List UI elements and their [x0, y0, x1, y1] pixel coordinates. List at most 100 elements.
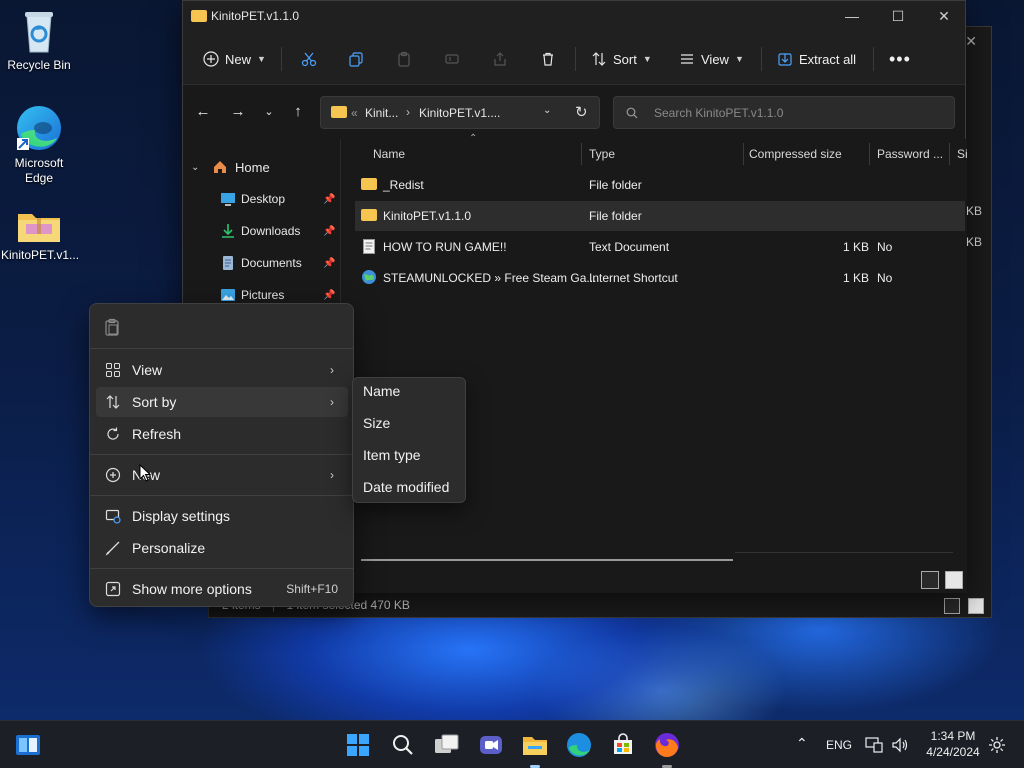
title-bar[interactable]: KinitoPET.v1.1.0 — ☐ ✕ — [183, 1, 965, 33]
sidebar-item-desktop[interactable]: Desktop 📌 — [183, 185, 341, 213]
extract-all-button[interactable]: Extract all — [777, 45, 856, 73]
address-bar[interactable]: « Kinit... › KinitoPET.v1.... ⌄ ↻ — [320, 96, 600, 129]
tiles-view-icon[interactable] — [968, 598, 984, 614]
file-compressed-size: 1 KB — [843, 240, 870, 254]
window-title: KinitoPET.v1.1.0 — [211, 9, 300, 23]
column-divider[interactable] — [949, 143, 950, 165]
file-row[interactable]: HOW TO RUN GAME!! Text Document 1 KB No — [355, 232, 965, 262]
menu-item-show-more-options[interactable]: Show more options Shift+F10 — [96, 574, 348, 604]
submenu-item-item-type[interactable]: Item type — [363, 447, 421, 463]
column-header-compressed-size[interactable]: Compressed size — [749, 147, 842, 161]
start-icon[interactable] — [344, 731, 372, 759]
close-icon[interactable]: ✕ — [965, 33, 977, 50]
address-dropdown-icon[interactable]: ⌄ — [543, 105, 551, 116]
column-header-name[interactable]: Name — [373, 147, 405, 161]
column-divider[interactable] — [743, 143, 744, 165]
column-divider[interactable] — [581, 143, 582, 165]
submenu-item-date-modified[interactable]: Date modified — [363, 479, 449, 495]
refresh-icon[interactable]: ↻ — [575, 103, 588, 121]
sidebar-item-documents[interactable]: Documents 📌 — [183, 249, 341, 277]
show-hidden-icons-chevron-icon[interactable]: ⌃ — [796, 735, 808, 752]
language-indicator[interactable]: ENG — [826, 738, 852, 752]
breadcrumb-parent[interactable]: Kinit... — [365, 106, 398, 120]
column-divider[interactable] — [869, 143, 870, 165]
network-icon[interactable] — [864, 731, 884, 759]
details-view-icon[interactable] — [921, 571, 939, 589]
share-icon — [494, 52, 506, 66]
clock[interactable]: 1:34 PM 4/24/2024 — [920, 729, 986, 759]
paste-icon[interactable] — [104, 318, 120, 339]
breadcrumb-current[interactable]: KinitoPET.v1.... — [419, 106, 500, 120]
sort-button-label: Sort — [613, 51, 637, 67]
clipboard-icon — [398, 51, 410, 67]
column-header-password[interactable]: Password ... — [877, 147, 943, 161]
more-options-icon[interactable]: ••• — [889, 45, 911, 73]
search-icon[interactable] — [389, 731, 417, 759]
clock-time: 1:34 PM — [930, 729, 976, 743]
file-row[interactable]: STEAMUNLOCKED » Free Steam Ga... Interne… — [355, 263, 965, 293]
tiles-view-icon[interactable] — [945, 571, 963, 589]
menu-item-personalize[interactable]: Personalize — [96, 533, 348, 563]
submenu-item-name[interactable]: Name — [363, 383, 400, 399]
chevron-right-icon: › — [330, 363, 334, 377]
forward-arrow-icon[interactable]: → — [228, 101, 248, 121]
teams-chat-icon[interactable] — [477, 731, 505, 759]
minimize-button[interactable]: — — [829, 1, 875, 31]
file-row-selected[interactable]: KinitoPET.v1.1.0 File folder — [355, 201, 965, 231]
brush-icon — [104, 539, 122, 557]
up-arrow-icon[interactable]: ↑ — [288, 101, 308, 121]
column-header-type[interactable]: Type — [589, 147, 615, 161]
taskbar: ⌃ ENG 1:34 PM 4/24/2024 — [0, 720, 1024, 768]
widgets-icon[interactable] — [14, 731, 42, 759]
copy-button[interactable] — [348, 45, 364, 73]
sidebar-item-home[interactable]: ⌄ Home — [183, 153, 341, 181]
address-overflow-icon[interactable]: « — [351, 106, 358, 120]
search-box[interactable]: Search KinitoPET.v1.1.0 — [613, 96, 955, 129]
chevron-right-icon: › — [330, 468, 334, 482]
menu-item-display-settings[interactable]: Display settings — [96, 501, 348, 531]
microsoft-store-icon[interactable] — [609, 731, 637, 759]
sidebar-item-downloads[interactable]: Downloads 📌 — [183, 217, 341, 245]
cut-button[interactable] — [301, 45, 317, 73]
maximize-button[interactable]: ☐ — [875, 1, 921, 31]
volume-icon[interactable] — [890, 731, 910, 759]
submenu-item-size[interactable]: Size — [363, 415, 390, 431]
file-type: Internet Shortcut — [589, 271, 678, 285]
search-icon — [626, 107, 638, 119]
horizontal-scrollbar[interactable] — [361, 559, 733, 561]
edge-icon[interactable] — [565, 731, 593, 759]
folder-icon — [331, 106, 347, 118]
rename-button[interactable] — [444, 45, 460, 73]
column-header-size[interactable]: Si — [957, 147, 968, 161]
back-arrow-icon[interactable]: ← — [193, 101, 213, 121]
new-button[interactable]: New ▼ — [203, 45, 266, 73]
clock-date: 4/24/2024 — [926, 745, 980, 759]
paste-button[interactable] — [396, 45, 412, 73]
menu-item-new[interactable]: New › — [96, 460, 348, 490]
desktop-icon-kinito-zip[interactable]: KinitoPET.v1... — [1, 208, 79, 263]
close-button[interactable]: ✕ — [921, 1, 967, 31]
task-view-icon[interactable] — [433, 731, 461, 759]
share-button[interactable] — [492, 45, 508, 73]
sort-button[interactable]: Sort ▼ — [591, 45, 652, 73]
menu-item-refresh[interactable]: Refresh — [96, 419, 348, 449]
details-view-icon[interactable] — [944, 598, 960, 614]
expand-chevron-icon[interactable]: ⌄ — [191, 162, 199, 173]
recent-locations-chevron-icon[interactable]: ⌄ — [259, 101, 279, 121]
sidebar-item-label: Desktop — [241, 192, 286, 206]
firefox-icon[interactable] — [653, 731, 681, 759]
internet-shortcut-icon — [362, 270, 376, 284]
file-explorer-icon[interactable] — [521, 731, 549, 759]
notification-settings-icon[interactable] — [986, 731, 1008, 759]
menu-item-sort-by[interactable]: Sort by › — [96, 387, 348, 417]
file-row[interactable]: _Redist File folder — [355, 170, 965, 200]
menu-item-view[interactable]: View › — [96, 355, 348, 385]
command-bar: New ▼ Sort ▼ View ▼ Extract all ••• — [183, 33, 965, 85]
delete-button[interactable] — [540, 45, 556, 73]
desktop-icon-edge[interactable]: Microsoft Edge — [1, 104, 77, 186]
desktop-icon-recycle-bin[interactable]: Recycle Bin — [1, 8, 77, 73]
sort-arrows-icon — [104, 393, 122, 411]
navigation-bar: ← → ⌄ ↑ « Kinit... › KinitoPET.v1.... ⌄ … — [183, 87, 965, 137]
view-button[interactable]: View ▼ — [679, 45, 744, 73]
grid-icon — [104, 361, 122, 379]
